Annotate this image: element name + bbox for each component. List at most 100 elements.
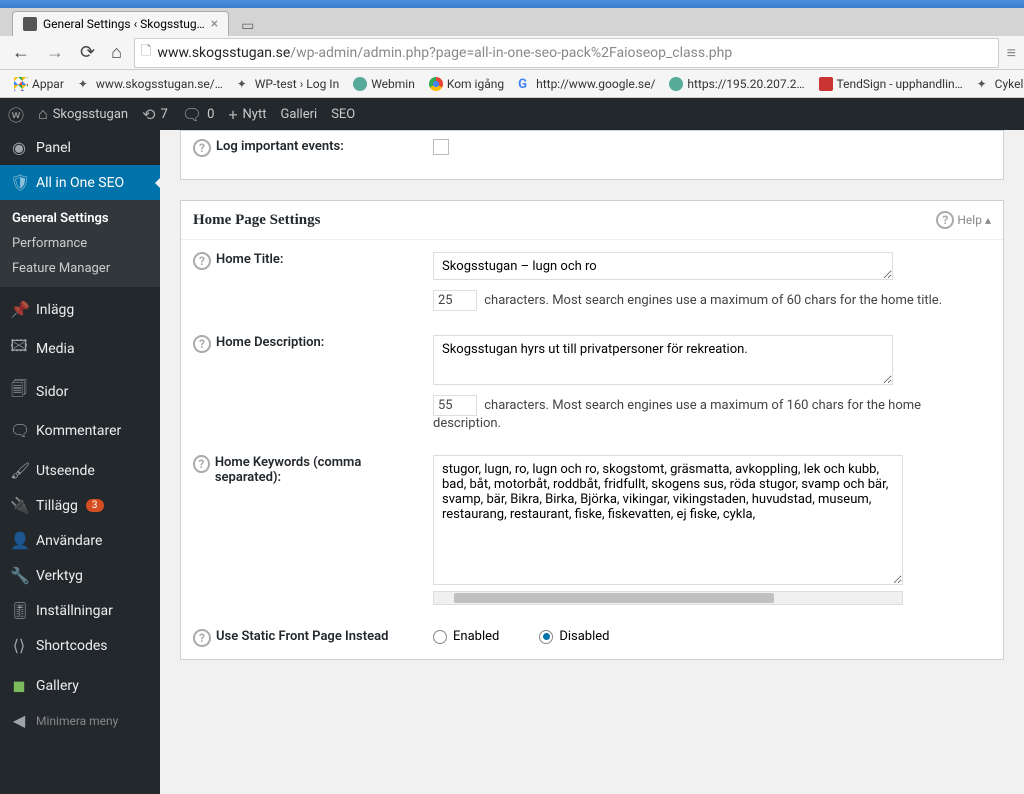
home-title-count: 25	[433, 290, 477, 311]
code-icon: ⟨⟩	[10, 636, 28, 655]
dashboard-icon: ◉	[10, 138, 28, 157]
help-icon[interactable]: ?	[193, 629, 211, 647]
comment-icon: 🗨	[10, 421, 28, 440]
wp-admin-bar: ⓦ ⌂Skogsstugan ⟲7 🗨0 +Nytt Galleri SEO	[0, 98, 1024, 130]
home-description-input[interactable]	[433, 335, 893, 385]
plus-icon: +	[228, 105, 237, 124]
bookmark-item[interactable]: Webmin	[347, 75, 421, 93]
submenu-general-settings[interactable]: General Settings	[0, 206, 160, 231]
bookmark-icon: G	[518, 77, 532, 91]
static-front-enabled-radio[interactable]: Enabled	[433, 629, 499, 644]
log-events-row: ? Log important events:	[180, 130, 1004, 180]
bookmark-icon: ✦	[977, 77, 991, 91]
menu-users[interactable]: 👤Användare	[0, 523, 160, 558]
home-description-label: ? Home Description:	[193, 335, 413, 431]
comments-link[interactable]: 🗨0	[182, 105, 215, 124]
new-content-link[interactable]: +Nytt	[228, 105, 266, 124]
chevron-up-icon: ▴	[985, 213, 991, 227]
bookmark-item[interactable]: https://195.20.207.2…	[663, 75, 810, 93]
help-icon[interactable]: ?	[193, 252, 211, 270]
bookmark-item[interactable]: ✦Cykelbanan nu!	[971, 75, 1024, 93]
bookmark-icon	[353, 77, 367, 91]
menu-panel[interactable]: ◉Panel	[0, 130, 160, 165]
menu-shortcodes[interactable]: ⟨⟩Shortcodes	[0, 628, 160, 663]
bookmark-item[interactable]: Ghttp://www.google.se/	[512, 75, 661, 93]
back-button[interactable]: ←	[8, 40, 34, 65]
bookmarks-bar: Appar ✦www.skogsstugan.se/… ✦WP-test › L…	[0, 70, 1024, 98]
menu-gallery[interactable]: ◼Gallery	[0, 668, 160, 703]
tab-favicon	[23, 17, 37, 31]
site-info-icon[interactable]: 🗋	[141, 42, 151, 64]
home-description-count: 55	[433, 395, 477, 416]
bookmark-item[interactable]: Kom igång	[423, 75, 510, 93]
admin-sidebar: ◉Panel 🛡All in One SEO General Settings …	[0, 130, 160, 794]
plugin-icon: 🔌	[10, 496, 28, 515]
menu-comments[interactable]: 🗨Kommentarer	[0, 413, 160, 448]
collapse-icon: ◀	[10, 711, 28, 730]
menu-plugins[interactable]: 🔌Tillägg 3	[0, 488, 160, 523]
help-icon[interactable]: ?	[193, 455, 210, 473]
bookmark-icon	[429, 77, 443, 91]
menu-all-in-one-seo[interactable]: 🛡All in One SEO	[0, 165, 160, 200]
plugin-update-badge: 3	[86, 499, 104, 512]
static-front-disabled-radio[interactable]: Disabled	[539, 629, 609, 644]
pin-icon: 📌	[10, 300, 28, 319]
postbox-header: Home Page Settings ? Help ▴	[181, 201, 1003, 240]
home-keywords-input[interactable]	[433, 455, 903, 585]
home-title-input[interactable]	[433, 252, 893, 280]
home-button[interactable]: ⌂	[107, 40, 126, 65]
media-icon: 🖾	[10, 335, 28, 362]
tab-close-icon[interactable]: ×	[211, 16, 218, 32]
browser-tab-bar: General Settings ‹ Skogsstug… × ▭	[0, 8, 1024, 36]
home-title-hint: 25 characters. Most search engines use a…	[433, 290, 991, 311]
home-page-settings-box: Home Page Settings ? Help ▴ ? Home Title…	[180, 200, 1004, 660]
new-tab-button[interactable]: ▭	[235, 16, 260, 36]
window-top-border	[0, 0, 1024, 8]
pages-icon: 🗐	[10, 378, 28, 405]
forward-button[interactable]: →	[42, 40, 68, 65]
static-front-label: ? Use Static Front Page Instead	[193, 629, 413, 647]
bookmark-item[interactable]: ✦www.skogsstugan.se/…	[72, 75, 229, 93]
menu-tools[interactable]: 🔧Verktyg	[0, 558, 160, 593]
bookmark-icon: ✦	[237, 77, 251, 91]
keywords-scrollbar[interactable]	[433, 591, 903, 605]
radio-icon	[433, 630, 447, 644]
bookmark-item[interactable]: ✦WP-test › Log In	[231, 75, 345, 93]
menu-appearance[interactable]: 🖌Utseende	[0, 453, 160, 488]
gallery-link[interactable]: Galleri	[280, 107, 317, 122]
browser-address-bar: ← → ⟳ ⌂ 🗋 www.skogsstugan.se/wp-admin/ad…	[0, 36, 1024, 70]
site-link[interactable]: ⌂Skogsstugan	[38, 104, 128, 124]
collapse-menu[interactable]: ◀Minimera meny	[0, 703, 160, 738]
menu-pages[interactable]: 🗐Sidor	[0, 370, 160, 413]
shield-icon: 🛡	[10, 173, 28, 192]
seo-link[interactable]: SEO	[331, 107, 355, 122]
address-input[interactable]: 🗋 www.skogsstugan.se/wp-admin/admin.php?…	[134, 38, 999, 68]
help-toggle[interactable]: ? Help ▴	[936, 211, 991, 229]
log-events-checkbox[interactable]	[433, 139, 449, 155]
reload-button[interactable]: ⟳	[76, 40, 99, 65]
menu-media[interactable]: 🖾Media	[0, 327, 160, 370]
browser-menu-icon[interactable]: ≡	[1007, 43, 1016, 63]
wp-logo[interactable]: ⓦ	[8, 102, 24, 126]
wrench-icon: 🔧	[10, 566, 28, 585]
brush-icon: 🖌	[10, 461, 28, 480]
static-front-row: ? Use Static Front Page Instead Enabled …	[181, 617, 1003, 659]
updates-link[interactable]: ⟲7	[142, 105, 168, 124]
url-text: www.skogsstugan.se/wp-admin/admin.php?pa…	[157, 45, 732, 61]
menu-settings[interactable]: 🎚Inställningar	[0, 593, 160, 628]
bookmark-apps[interactable]: Appar	[8, 75, 70, 93]
bookmark-icon: ✦	[78, 77, 92, 91]
browser-tab[interactable]: General Settings ‹ Skogsstug… ×	[12, 11, 229, 36]
help-icon[interactable]: ?	[193, 335, 211, 353]
scrollbar-thumb[interactable]	[454, 593, 774, 603]
menu-posts[interactable]: 📌Inlägg	[0, 292, 160, 327]
bookmark-item[interactable]: TendSign - upphandlin…	[813, 75, 969, 93]
section-title: Home Page Settings	[193, 212, 320, 229]
home-description-row: ? Home Description: 55 characters. Most …	[181, 323, 1003, 443]
help-icon[interactable]: ?	[193, 139, 211, 157]
tab-title: General Settings ‹ Skogsstug…	[43, 17, 205, 31]
submenu-feature-manager[interactable]: Feature Manager	[0, 256, 160, 281]
log-events-label: ? Log important events:	[193, 139, 413, 159]
home-title-row: ? Home Title: 25 characters. Most search…	[181, 240, 1003, 323]
submenu-performance[interactable]: Performance	[0, 231, 160, 256]
